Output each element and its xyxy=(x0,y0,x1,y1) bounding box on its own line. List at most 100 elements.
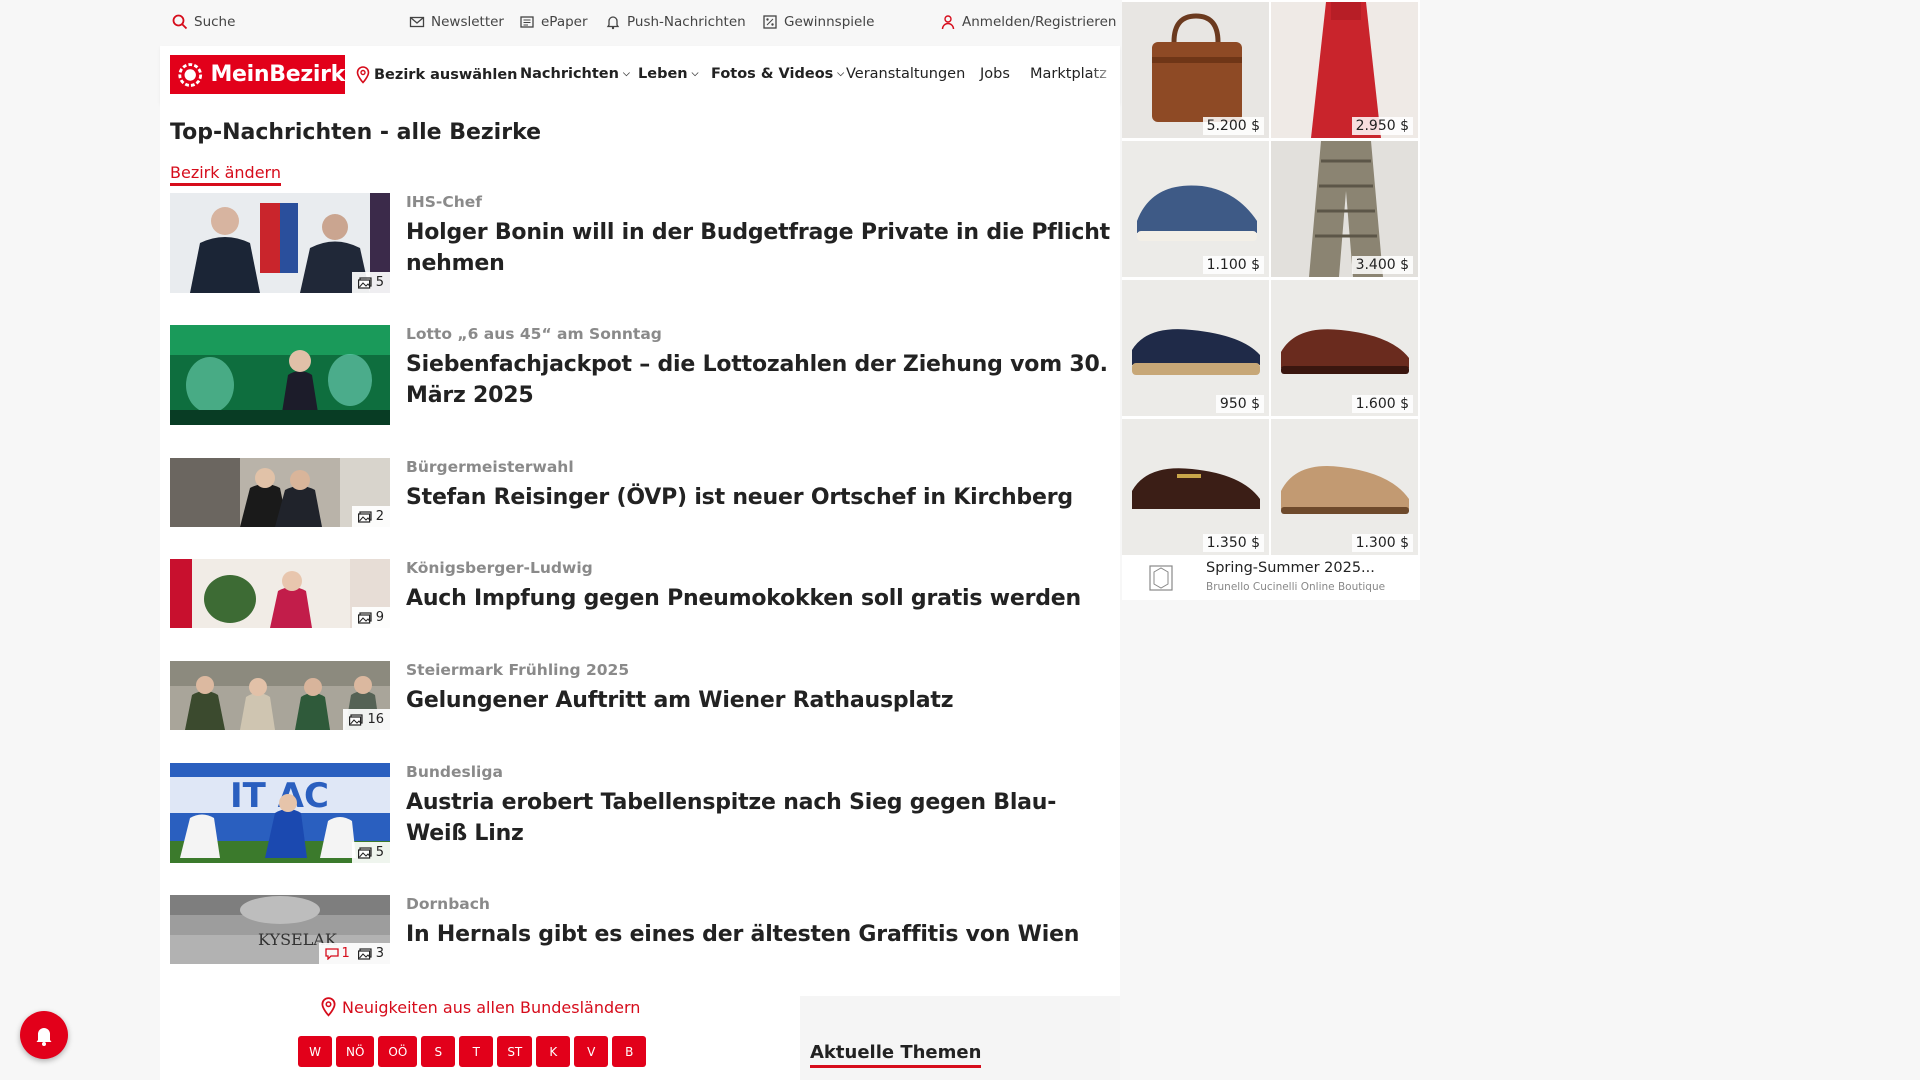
district-select[interactable]: Bezirk auswählen xyxy=(356,66,518,84)
article-thumbnail[interactable]: 16 xyxy=(170,661,390,730)
comment-count: 1 xyxy=(341,946,350,961)
article-headline[interactable]: Stefan Reisinger (ÖVP) ist neuer Ortsche… xyxy=(406,482,1116,513)
gallery-icon xyxy=(357,611,372,624)
user-icon xyxy=(941,15,955,30)
article-text: Lotto „6 aus 45“ am Sonntag Siebenfachja… xyxy=(406,325,1116,411)
article-headline[interactable]: Austria erobert Tabellenspitze nach Sieg… xyxy=(406,787,1116,849)
ad-title: Spring-Summer 2025... xyxy=(1206,560,1375,576)
games-link[interactable]: Gewinnspiele xyxy=(762,14,874,30)
gallery-icon xyxy=(357,947,372,960)
article-kicker: Lotto „6 aus 45“ am Sonntag xyxy=(406,325,662,343)
location-pin-icon xyxy=(356,66,370,84)
state-button-k[interactable]: K xyxy=(536,1036,571,1067)
login-label: Anmelden/Registrieren xyxy=(962,14,1117,30)
state-button-w[interactable]: W xyxy=(298,1036,332,1067)
state-button-noe[interactable]: NÖ xyxy=(336,1036,375,1067)
article-kicker: Steiermark Frühling 2025 xyxy=(406,661,630,679)
nav-fotos-label: Fotos & Videos xyxy=(711,66,834,82)
state-button-ooe[interactable]: OÖ xyxy=(378,1036,418,1067)
article-kicker: Dornbach xyxy=(406,895,490,913)
nav-news[interactable]: Nachrichten ⌵ xyxy=(520,66,630,82)
ad-product-trousers[interactable]: 3.400 $ xyxy=(1271,141,1418,277)
article-text: Steiermark Frühling 2025 Gelungener Auft… xyxy=(406,661,1116,716)
nav-fotos[interactable]: Fotos & Videos ⌵ xyxy=(711,66,844,82)
current-topics-title: Aktuelle Themen xyxy=(810,1042,982,1068)
nav-leben-label: Leben xyxy=(638,66,688,82)
newsletter-label: Newsletter xyxy=(431,14,504,30)
main-content: Top-Nachrichten - alle Bezirke Bezirk än… xyxy=(160,103,1120,1080)
article-headline[interactable]: Holger Bonin will in der Budgetfrage Pri… xyxy=(406,217,1116,279)
nav-events[interactable]: Veranstaltungen xyxy=(846,66,965,82)
article-headline[interactable]: Auch Impfung gegen Pneumokokken soll gra… xyxy=(406,583,1116,614)
ad-product-dress[interactable]: 2.950 $ xyxy=(1271,2,1418,138)
engagement-badge: 1 3 xyxy=(319,943,390,964)
logo-icon xyxy=(178,62,203,87)
site-logo[interactable]: MeinBezirk xyxy=(170,55,345,94)
state-button-st[interactable]: ST xyxy=(497,1036,533,1067)
ad-product-derby[interactable]: 1.300 $ xyxy=(1271,419,1418,555)
newspaper-icon xyxy=(520,16,534,28)
ad-product-sneaker[interactable]: 1.100 $ xyxy=(1122,141,1269,277)
newsletter-link[interactable]: Newsletter xyxy=(409,14,504,30)
ad-product-loafer[interactable]: 1.600 $ xyxy=(1271,280,1418,416)
games-label: Gewinnspiele xyxy=(784,14,875,30)
mail-icon xyxy=(409,16,425,28)
notification-bell-button[interactable] xyxy=(20,1011,68,1059)
nav-leben[interactable]: Leben ⌵ xyxy=(638,66,698,82)
search-icon xyxy=(172,14,188,30)
state-button-t[interactable]: T xyxy=(459,1036,494,1067)
article-thumbnail[interactable]: KYSELAK 1 3 xyxy=(170,895,390,964)
nav-fade xyxy=(1090,46,1120,103)
bell-icon xyxy=(36,1028,52,1046)
brand-crest-icon xyxy=(1149,565,1173,591)
state-button-s[interactable]: S xyxy=(421,1036,456,1067)
ad-price: 5.200 $ xyxy=(1202,117,1264,135)
ad-product-espadrille[interactable]: 950 $ xyxy=(1122,280,1269,416)
ad-price: 1.600 $ xyxy=(1351,395,1413,413)
ad-price: 1.300 $ xyxy=(1351,534,1413,552)
all-states-link[interactable]: Neuigkeiten aus allen Bundesländern xyxy=(320,997,640,1017)
ad-price: 950 $ xyxy=(1215,395,1264,413)
ad-price: 1.100 $ xyxy=(1202,256,1264,274)
photo-count: 2 xyxy=(375,509,384,524)
photo-count-badge: 9 xyxy=(351,607,390,628)
nav-jobs[interactable]: Jobs xyxy=(980,66,1010,82)
all-states-label: Neuigkeiten aus allen Bundesländern xyxy=(342,997,641,1017)
gallery-icon xyxy=(357,510,372,523)
photo-count-badge: 5 xyxy=(351,272,390,293)
location-pin-icon xyxy=(321,997,336,1017)
push-link[interactable]: Push-Nachrichten xyxy=(605,14,746,30)
district-label: Bezirk auswählen xyxy=(374,67,518,83)
page-title: Top-Nachrichten - alle Bezirke xyxy=(170,120,542,145)
change-district-link[interactable]: Bezirk ändern xyxy=(170,163,281,186)
article-thumbnail[interactable]: 9 xyxy=(170,559,390,628)
article-headline[interactable]: In Hernals gibt es eines der ältesten Gr… xyxy=(406,919,1116,950)
ad-footer[interactable]: Spring-Summer 2025... Brunello Cucinelli… xyxy=(1122,556,1420,600)
ad-product-horsebit[interactable]: 1.350 $ xyxy=(1122,419,1269,555)
article-thumbnail[interactable]: 5 xyxy=(170,193,390,293)
article-text: Königsberger-Ludwig Auch Impfung gegen P… xyxy=(406,559,1116,614)
epaper-link[interactable]: ePaper xyxy=(519,14,588,30)
article-headline[interactable]: Gelungener Auftritt am Wiener Rathauspla… xyxy=(406,685,1116,716)
prize-icon xyxy=(763,15,777,29)
ad-price: 3.400 $ xyxy=(1351,256,1413,274)
comment-icon xyxy=(325,947,340,960)
state-button-v[interactable]: V xyxy=(574,1036,609,1067)
advertisement[interactable]: 5.200 $ 2.950 $ 1.100 $ 3.400 $ 950 $ 1.… xyxy=(1122,0,1420,600)
article-thumbnail[interactable]: IT AC 5 xyxy=(170,763,390,863)
photo-count: 5 xyxy=(375,275,384,290)
article-thumbnail[interactable]: 2 xyxy=(170,458,390,527)
nav-events-label: Veranstaltungen xyxy=(846,66,966,82)
article-text: Dornbach In Hernals gibt es eines der äl… xyxy=(406,895,1116,950)
login-link[interactable]: Anmelden/Registrieren xyxy=(940,14,1116,30)
article-headline[interactable]: Siebenfachjackpot – die Lottozahlen der … xyxy=(406,349,1116,411)
logo-text: MeinBezirk xyxy=(210,62,345,87)
photo-count: 3 xyxy=(375,946,384,961)
search-link[interactable]: Suche xyxy=(172,14,235,30)
state-button-b[interactable]: B xyxy=(612,1036,647,1067)
ad-product-bag[interactable]: 5.200 $ xyxy=(1122,2,1269,138)
article-kicker: Bundesliga xyxy=(406,763,503,781)
bell-icon xyxy=(606,16,620,30)
article-thumbnail[interactable] xyxy=(170,325,390,425)
search-label: Suche xyxy=(194,14,236,30)
